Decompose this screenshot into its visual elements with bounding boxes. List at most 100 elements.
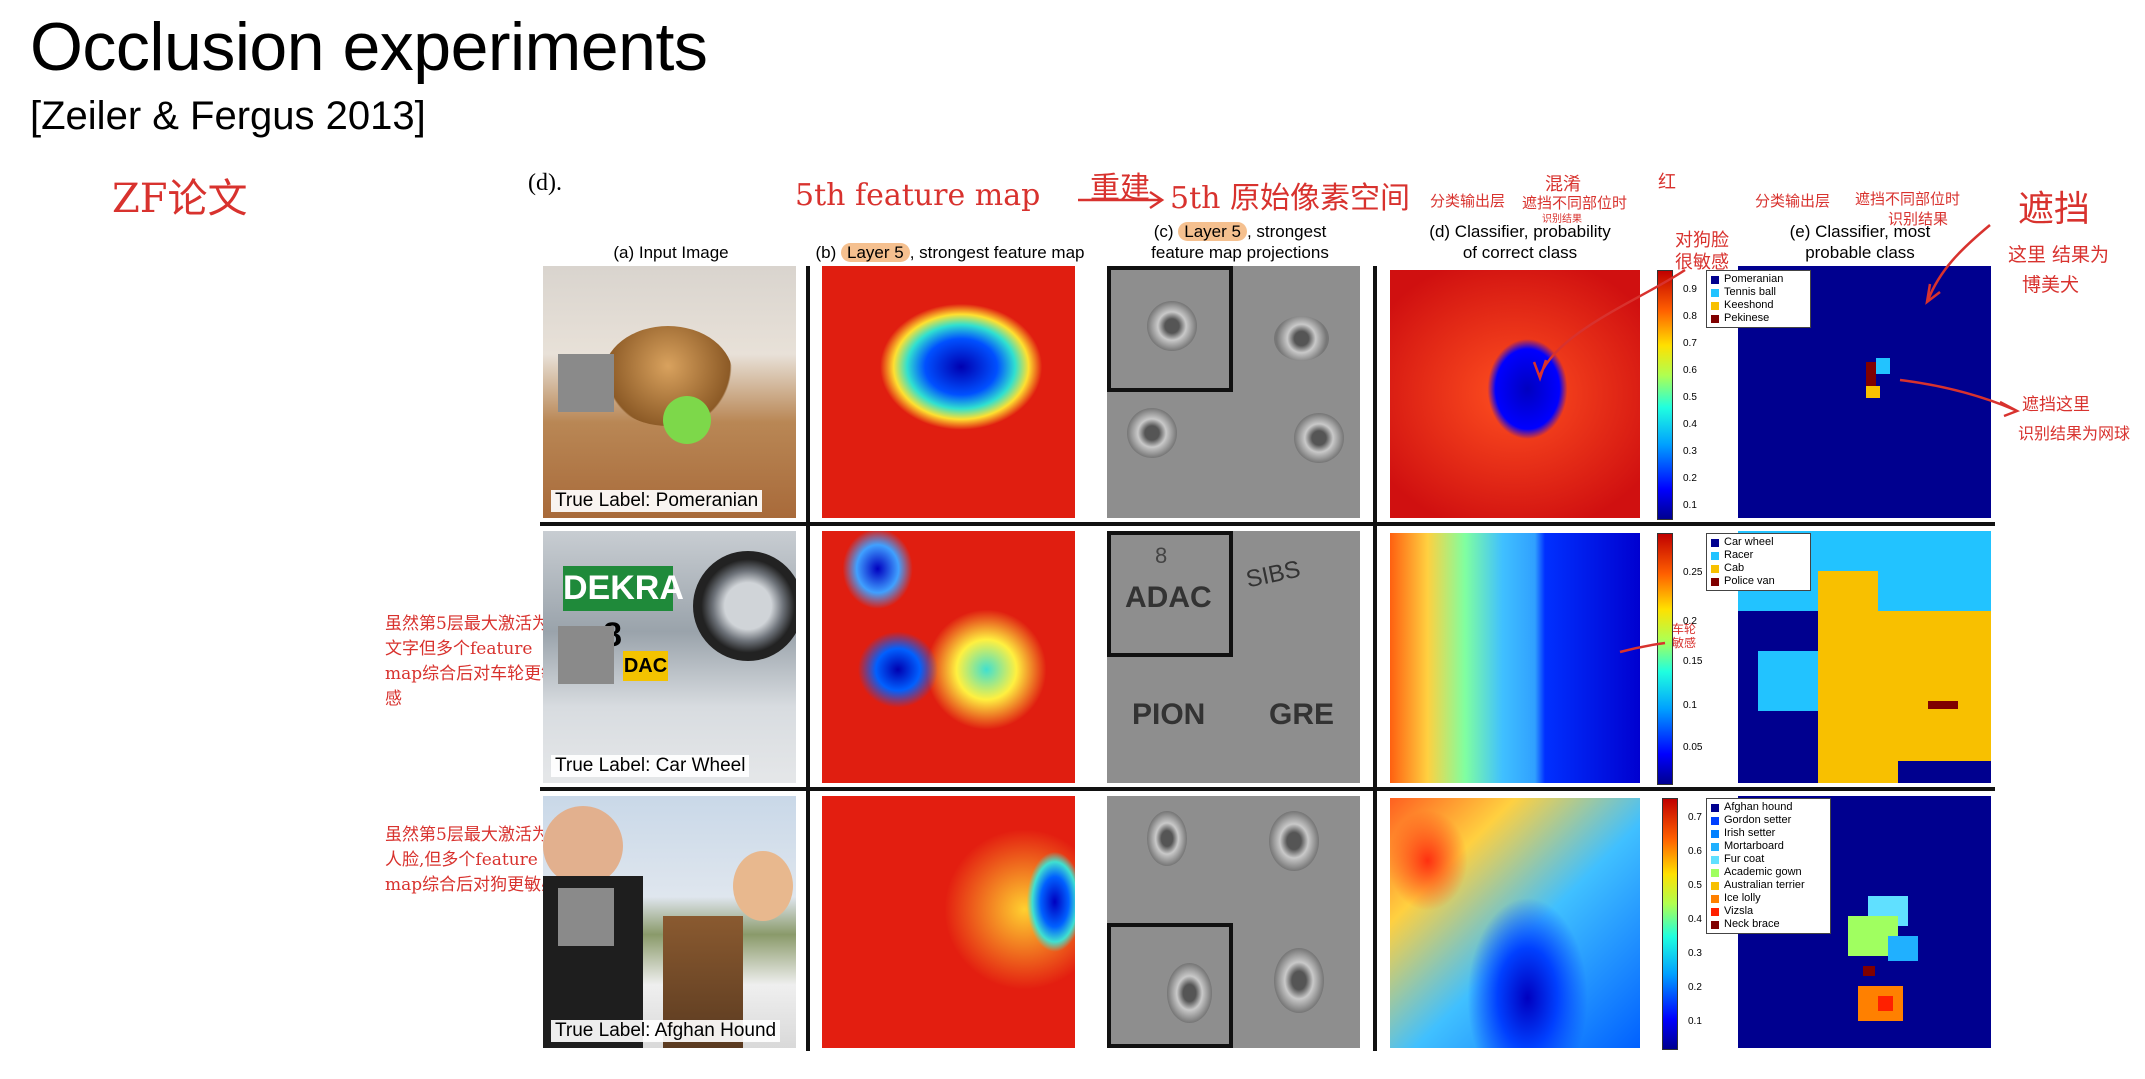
tennis-ball [663,396,711,444]
dekra-badge: DEKRA [563,566,684,611]
legend-label: Ice lolly [1724,892,1761,904]
legend-swatch [1711,803,1719,812]
projections-pomeranian [1107,266,1360,518]
column-header-c-prefix: (c) [1153,222,1179,241]
legend-item: Australian terrier [1711,879,1826,892]
occluder-square [558,626,614,684]
legend-label: Fur coat [1724,853,1765,865]
annotation-occlude-here-1: 这里 结果为 [2008,244,2110,266]
column-header-c: (c) Layer 5, strongest feature map proje… [1110,221,1370,263]
column-header-b-prefix: (b) [815,243,841,262]
projections-afghan [1107,796,1360,1048]
legend-label: Gordon setter [1724,814,1792,826]
projection-cell [1107,393,1233,518]
legend-item: Tennis ball [1711,286,1806,299]
legend-swatch [1711,868,1719,877]
annotation-occlude-here-2: 博美犬 [2022,274,2080,296]
column-header-d-line1: (d) Classifier, probability [1429,222,1611,241]
projection-text: ADAC [1125,581,1212,614]
annotation-d-5: 红 [1658,172,1676,193]
annotation-pixel-space: 5th 原始像素空间 [1170,181,1410,216]
annotation-occlude-here-4: 识别结果为网球 [2018,424,2131,443]
legend-item: Vizsla [1711,905,1826,918]
colorbar-tick: 0.6 [1683,365,1697,376]
class-region [1818,571,1878,611]
column-header-e: (e) Classifier, most probable class [1735,221,1985,263]
legend-swatch [1711,275,1719,284]
column-header-b-highlight: Layer 5 [840,243,910,262]
colorbar-tick: 0.15 [1683,656,1703,667]
annotation-e-2: 遮挡不同部位时 [1855,190,1961,208]
colorbar-tick: 0.2 [1688,982,1702,993]
colorbar-tick: 0.1 [1683,500,1697,511]
legend-label: Pekinese [1724,312,1770,324]
classifier-prob-car [1390,533,1640,783]
projection-cell: PION [1107,658,1233,783]
annotation-reconstruct: 重建 [1090,171,1150,206]
legend-swatch [1711,301,1719,310]
projection-cell: GRE [1234,658,1360,783]
annotation-e-1: 分类输出层 [1755,192,1831,210]
column-header-c-highlight: Layer 5 [1178,222,1247,241]
class-region [1898,761,1991,783]
projection-cell [1234,923,1360,1048]
colorbar-tick: 0.6 [1688,846,1702,857]
column-header-c-line2: feature map projections [1151,243,1329,262]
legend-label: Afghan hound [1724,801,1793,813]
divider-c-d [1373,266,1377,1051]
legend-item: Pekinese [1711,312,1806,325]
adac-badge: DAC [623,651,668,681]
legend-item: Pomeranian [1711,273,1806,286]
class-region [1863,966,1875,976]
colorbar-tick: 0.8 [1683,311,1697,322]
colorbar-tick: 0.3 [1688,948,1702,959]
column-header-d: (d) Classifier, probability of correct c… [1395,221,1645,263]
legend-label: Neck brace [1724,918,1780,930]
legend-item: Afghan hound [1711,801,1826,814]
legend-item: Irish setter [1711,827,1826,840]
legend-label: Tennis ball [1724,286,1776,298]
legend-swatch [1711,816,1719,825]
column-header-c-line1: (c) Layer 5, strongest [1110,221,1370,242]
legend-label: Australian terrier [1724,879,1805,891]
occluder-square [558,888,614,946]
legend-swatch [1711,829,1719,838]
colorbar-tick: 0.2 [1683,616,1697,627]
projection-cell: SIBS [1234,531,1360,657]
legend-afghan: Afghan hound Gordon setter Irish setter … [1706,798,1831,934]
annotation-left-note-car: 虽然第5层最大激活为文字但多个feature map综合后对车轮更敏感 [385,614,559,709]
legend-pomeranian: Pomeranian Tennis ball Keeshond Pekinese [1706,270,1811,328]
column-header-c-rest: , strongest [1246,222,1327,241]
colorbar [1657,270,1673,520]
legend-label: Cab [1724,562,1745,574]
colorbar [1657,533,1673,785]
colorbar [1662,798,1678,1050]
annotation-left-note-dog: 虽然第5层最大激活为人脸,但多个feature map综合后对狗更敏感 [385,825,559,895]
occluder-square [558,354,614,412]
legend-swatch [1711,538,1719,547]
legend-item: Racer [1711,549,1806,562]
legend-swatch [1711,577,1719,586]
legend-car: Car wheel Racer Cab Police van [1706,533,1811,591]
colorbar-tick: 0.9 [1683,284,1697,295]
legend-swatch [1711,288,1719,297]
class-region [1876,358,1890,374]
legend-label: Police van [1724,575,1775,587]
legend-item: Keeshond [1711,299,1806,312]
column-header-b: (b) Layer 5, strongest feature map [815,242,1085,263]
classifier-prob-afghan [1390,798,1640,1048]
column-header-e-line1: (e) Classifier, most [1789,222,1931,241]
legend-label: Vizsla [1724,905,1754,917]
colorbar-tick: 0.5 [1688,880,1702,891]
legend-item: Academic gown [1711,866,1826,879]
legend-item: Neck brace [1711,918,1826,931]
feature-map-pomeranian [822,266,1075,518]
projection-text: 8 [1155,543,1168,568]
colorbar-tick: 0.4 [1683,419,1697,430]
legend-item: Fur coat [1711,853,1826,866]
column-header-a: (a) Input Image [613,243,729,262]
projection-cell [1107,796,1233,922]
figure-label: (d). [528,170,562,196]
divider-row-2 [540,787,1995,791]
legend-item: Cab [1711,562,1806,575]
